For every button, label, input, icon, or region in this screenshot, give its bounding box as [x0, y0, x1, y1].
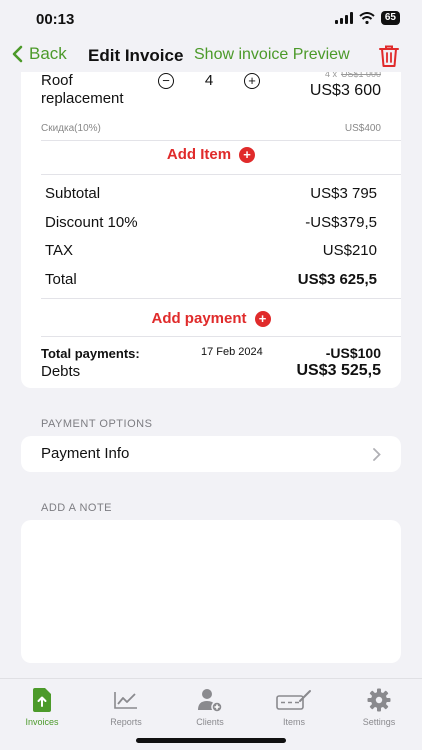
- divider: [41, 140, 401, 141]
- chart-line-icon: [114, 692, 137, 709]
- page-title: Edit Invoice: [88, 46, 184, 65]
- show-invoice-preview-button[interactable]: Show invoice Preview: [194, 46, 350, 64]
- payment-info-row[interactable]: Payment Info: [21, 436, 401, 472]
- battery-icon: 65: [380, 11, 400, 25]
- trash-icon[interactable]: [378, 44, 400, 68]
- tab-invoices[interactable]: Invoices: [7, 687, 77, 727]
- tax-row[interactable]: TAX US$210: [45, 242, 377, 259]
- subtotal-row: Subtotal US$3 795: [45, 185, 377, 202]
- wifi-icon: [359, 12, 375, 24]
- divider: [41, 336, 401, 337]
- invoice-doc-icon: [33, 688, 51, 712]
- total-payments-label: Total payments:: [41, 346, 140, 361]
- total-row: Total US$3 625,5: [45, 271, 377, 288]
- person-add-icon: [198, 689, 223, 712]
- decrement-button[interactable]: −: [158, 72, 174, 89]
- quantity-value: 4: [204, 72, 214, 89]
- chevron-right-icon: [373, 448, 381, 461]
- debts-value: US$3 525,5: [296, 362, 381, 379]
- status-bar: 00:13 65: [0, 0, 422, 40]
- note-input[interactable]: [21, 520, 401, 663]
- payment-date: 17 Feb 2024: [201, 346, 263, 358]
- tab-settings[interactable]: Settings: [344, 687, 414, 727]
- discount-row[interactable]: Discount 10% -US$379,5: [45, 214, 377, 231]
- increment-button[interactable]: +: [244, 72, 260, 89]
- divider: [41, 174, 401, 175]
- payment-options-header: PAYMENT OPTIONS: [41, 418, 153, 430]
- status-time: 00:13: [36, 11, 75, 28]
- add-payment-button[interactable]: Add payment +: [21, 310, 401, 327]
- plus-icon: +: [239, 146, 256, 163]
- item-total: US$3 600: [309, 82, 381, 99]
- back-button[interactable]: Back: [12, 44, 67, 64]
- plus-icon: +: [254, 310, 271, 327]
- items-tag-icon: [276, 690, 311, 710]
- payment-amount: -US$100: [325, 345, 381, 361]
- tab-clients[interactable]: Clients: [175, 687, 245, 727]
- signal-icon: [334, 12, 353, 24]
- add-item-button[interactable]: Add Item +: [21, 146, 401, 163]
- add-note-header: ADD A NOTE: [41, 502, 113, 514]
- tab-reports[interactable]: Reports: [91, 687, 161, 727]
- divider: [41, 298, 401, 299]
- nav-bar: Back Edit Invoice Show invoice Preview: [0, 40, 422, 72]
- invoice-card: Roof replacement − 4 + 4 x US$1 000 US$3 …: [21, 60, 401, 388]
- home-indicator: [136, 738, 286, 743]
- quantity-stepper: − 4 +: [158, 72, 260, 89]
- tab-items[interactable]: Items: [259, 687, 329, 727]
- item-discount-label: Скидка(10%): [41, 123, 101, 134]
- chevron-left-icon: [12, 45, 23, 63]
- item-discount-amount: US$400: [344, 123, 381, 134]
- gear-icon: [367, 688, 391, 712]
- item-name[interactable]: Roof replacement: [41, 72, 124, 108]
- debts-label: Debts: [41, 363, 81, 380]
